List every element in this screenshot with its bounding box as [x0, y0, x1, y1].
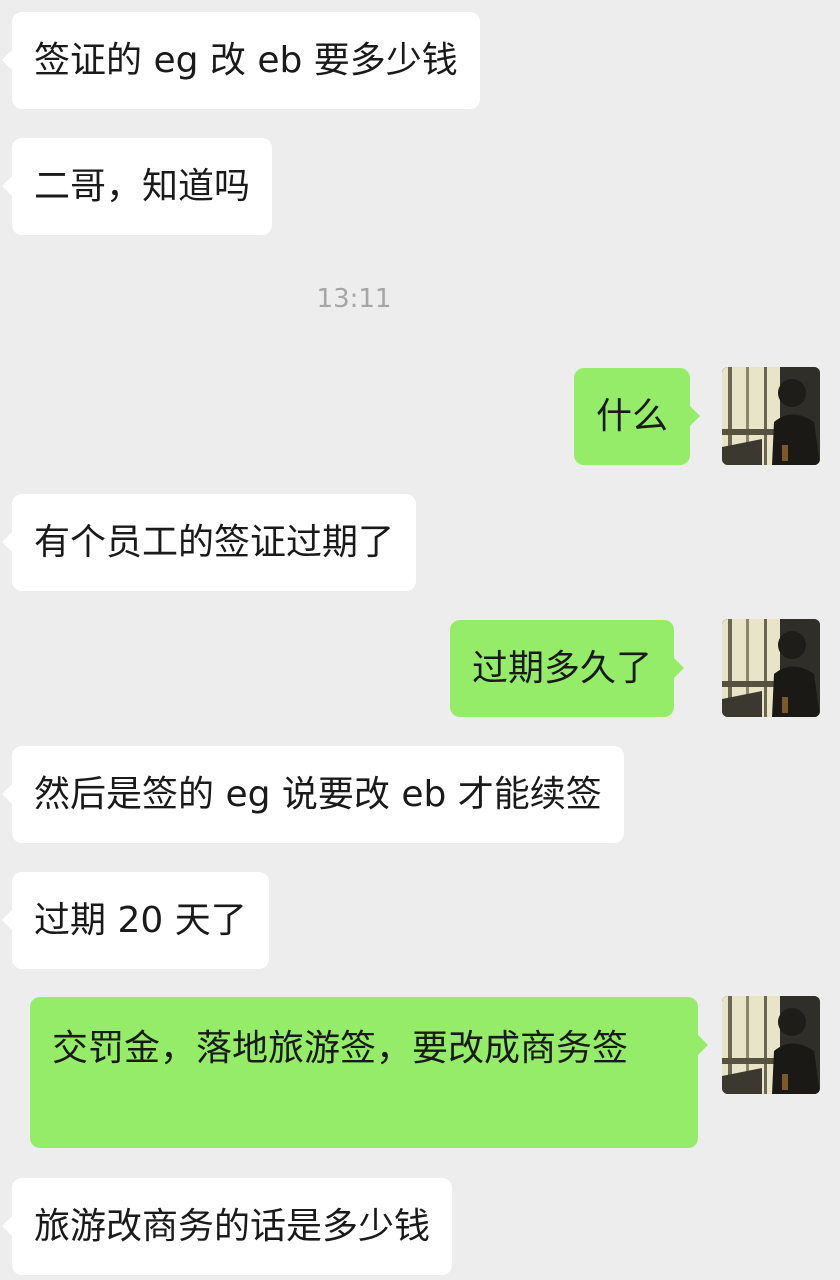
user-avatar[interactable] [722, 996, 820, 1094]
chat-window: 签证的 eg 改 eb 要多少钱 二哥，知道吗 13:11 什么 有个员工的签证… [0, 0, 840, 1280]
message-bubble-outgoing[interactable]: 什么 [574, 368, 701, 465]
message-bubble-incoming[interactable]: 旅游改商务的话是多少钱 [1, 1178, 453, 1275]
message-bubble-outgoing[interactable]: 交罚金，落地旅游签，要改成商务签 [30, 997, 708, 1148]
message-bubble-incoming[interactable]: 然后是签的 eg 说要改 eb 才能续签 [2, 746, 624, 843]
message-bubble-incoming[interactable]: 二哥，知道吗 [1, 138, 273, 235]
message-bubble-incoming[interactable]: 签证的 eg 改 eb 要多少钱 [2, 12, 480, 109]
message-bubble-outgoing[interactable]: 过期多久了 [450, 620, 685, 717]
avatar-photo-icon [722, 996, 820, 1094]
message-bubble-incoming[interactable]: 有个员工的签证过期了 [1, 494, 417, 591]
user-avatar[interactable] [722, 619, 820, 717]
avatar-photo-icon [722, 619, 820, 717]
user-avatar[interactable] [722, 367, 820, 465]
message-timestamp: 13:11 [316, 284, 392, 314]
message-bubble-incoming[interactable]: 过期 20 天了 [2, 872, 269, 969]
avatar-photo-icon [722, 367, 820, 465]
